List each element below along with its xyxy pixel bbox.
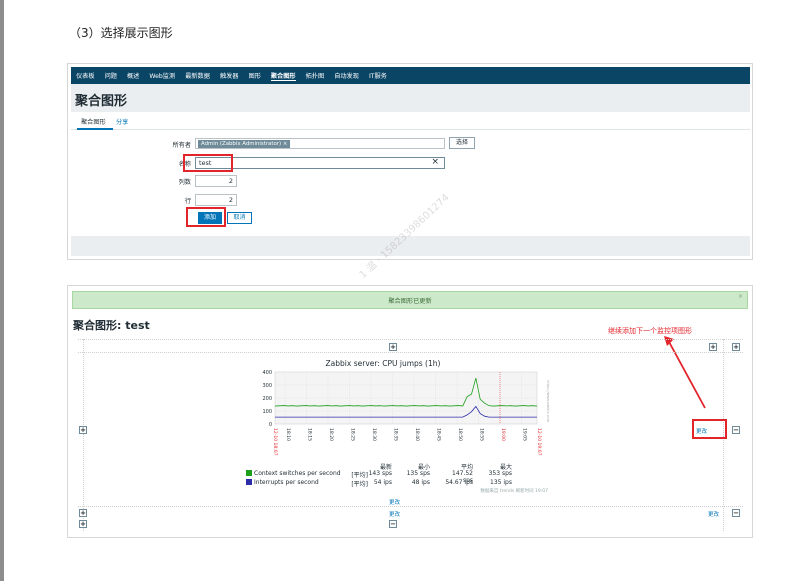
legend-last: 54 ips xyxy=(373,479,392,486)
screenshot-screen-view: 聚合图形已更新 × 聚合图形: test 继续添加下一个监控项图形 + + + … xyxy=(67,285,753,538)
add-row-bottom-left-2-icon[interactable]: + xyxy=(79,520,87,528)
change-cell-bottom-link[interactable]: 更改 xyxy=(389,510,400,518)
owner-label: 所有者 xyxy=(172,142,191,149)
name-label: 名称 xyxy=(178,161,191,168)
x-tick-label: 18:20 xyxy=(328,428,334,441)
tab-share[interactable]: 分享 xyxy=(116,117,128,126)
tab-screen[interactable]: 聚合图形 xyxy=(81,117,106,126)
form-footer xyxy=(71,236,750,256)
graph-footer-note: 数据来自 trends 刷新时间 19:07 xyxy=(480,489,548,494)
legend-max: 353 sps xyxy=(488,470,512,477)
x-tick-label: 18:35 xyxy=(393,428,399,441)
remove-row-bottom-icon[interactable]: − xyxy=(389,520,397,528)
x-tick-label: 18:10 xyxy=(285,428,291,441)
legend-min: 135 sps xyxy=(406,470,430,477)
nav-item-6[interactable]: 图形 xyxy=(249,71,261,80)
nav-item-0[interactable]: 仪表板 xyxy=(76,71,95,80)
nav-item-8[interactable]: 拓扑图 xyxy=(306,71,325,80)
success-message-text: 聚合图形已更新 xyxy=(388,298,432,305)
legend-avg: 54.67 ips xyxy=(445,479,473,486)
cpu-jumps-graph: 400 300 200 100 0 18:10 18:15 18:20 18:25 18:30 18… xyxy=(262,370,550,456)
nav-item-3[interactable]: Web监测 xyxy=(149,71,175,80)
select-owner-button[interactable]: 选择 xyxy=(449,137,475,149)
x-tick-label: 18:45 xyxy=(436,428,442,441)
step-title: （3）选择展示图形 xyxy=(69,26,173,40)
legend-min: 48 ips xyxy=(411,479,430,486)
rows-input[interactable]: 2 xyxy=(195,194,237,206)
remove-column-right-icon[interactable]: − xyxy=(732,426,740,434)
add-row-left-icon[interactable]: + xyxy=(79,426,87,434)
add-highlight-box xyxy=(186,207,226,227)
add-column-right-icon[interactable]: + xyxy=(732,343,740,351)
x-tick-label: 18:50 xyxy=(457,428,463,441)
legend-name: Context switches per second xyxy=(254,470,341,477)
add-row-top-right-icon[interactable]: + xyxy=(709,343,717,351)
owner-input[interactable]: Admin (Zabbix Administrator) × xyxy=(195,138,445,149)
legend-last: 143 sps xyxy=(368,470,392,477)
legend-max: 135 ips xyxy=(490,479,512,486)
page-title: 聚合图形 xyxy=(75,94,128,109)
owner-value: Admin (Zabbix Administrator) xyxy=(201,141,282,147)
top-nav: 仪表板 问题 概述 Web监测 最新数据 触发器 图形 聚合图形 拓扑图 自动发现 IT服务 xyxy=(71,67,750,84)
legend-row: Interrupts per second xyxy=(246,479,319,486)
remove-row-bottom-right-icon[interactable]: − xyxy=(732,509,740,517)
grid-row-line-bottom xyxy=(78,506,743,507)
page-edge xyxy=(0,0,4,581)
legend-swatch xyxy=(246,470,252,476)
graph-side-note: https://www.zabbix.com xyxy=(546,380,550,423)
close-message-icon[interactable]: × xyxy=(738,293,743,300)
form-tabs: 聚合图形 分享 xyxy=(71,112,750,130)
owner-tag: Admin (Zabbix Administrator) × xyxy=(198,140,291,148)
nav-item-4[interactable]: 最新数据 xyxy=(185,71,210,80)
add-column-top-icon[interactable]: + xyxy=(389,343,397,351)
y-tick-label: 300 xyxy=(262,383,272,389)
y-tick-label: 200 xyxy=(262,396,272,402)
x-tick-label: 19:05 xyxy=(522,428,528,441)
y-tick-label: 0 xyxy=(269,422,272,428)
page-header: 聚合图形 xyxy=(71,84,750,112)
owner-remove-icon[interactable]: × xyxy=(283,141,288,147)
rows-label: 行 xyxy=(184,198,191,205)
cancel-button[interactable]: 取消 xyxy=(227,212,252,224)
add-row-bottom-left-icon[interactable]: + xyxy=(79,509,87,517)
success-message: 聚合图形已更新 × xyxy=(72,291,748,309)
legend-row: Context switches per second xyxy=(246,470,341,477)
change-cell-graph-link[interactable]: 更改 xyxy=(389,498,400,506)
x-tick-label: 18:55 xyxy=(479,428,485,441)
x-tick-label: 18:25 xyxy=(350,428,356,441)
x-tick-label: 18:40 xyxy=(414,428,420,441)
grid-divider-left xyxy=(83,339,84,531)
x-tick-label: 18:30 xyxy=(371,428,377,441)
columns-input[interactable]: 2 xyxy=(195,175,237,187)
legend-name: Interrupts per second xyxy=(254,479,319,486)
screen-title: 聚合图形: test xyxy=(73,319,150,332)
nav-item-2[interactable]: 概述 xyxy=(127,71,139,80)
nav-item-7[interactable]: 聚合图形 xyxy=(270,71,296,81)
change-cell-bottom-right-link[interactable]: 更改 xyxy=(708,510,719,518)
y-tick-label: 100 xyxy=(262,409,272,415)
x-tick-label: 18:15 xyxy=(307,428,313,441)
x-start-label: 12-10 18:07 xyxy=(272,428,278,456)
nav-item-10[interactable]: IT服务 xyxy=(369,71,387,80)
nav-item-9[interactable]: 自动发现 xyxy=(334,71,359,80)
name-highlight-box xyxy=(183,154,233,172)
change-highlight-box xyxy=(692,419,727,439)
x-tick-label: 19:00 xyxy=(500,428,506,441)
nav-item-1[interactable]: 问题 xyxy=(105,71,117,80)
legend-swatch xyxy=(246,479,252,485)
x-end-label: 12-10 19:07 xyxy=(536,428,542,456)
clear-name-icon[interactable]: × xyxy=(431,157,439,167)
grid-row-line-top xyxy=(78,352,743,353)
columns-label: 列数 xyxy=(178,179,191,186)
y-tick-label: 400 xyxy=(262,370,272,376)
nav-item-5[interactable]: 触发器 xyxy=(220,71,239,80)
graph-title: Zabbix server: CPU jumps (1h) xyxy=(325,359,441,368)
